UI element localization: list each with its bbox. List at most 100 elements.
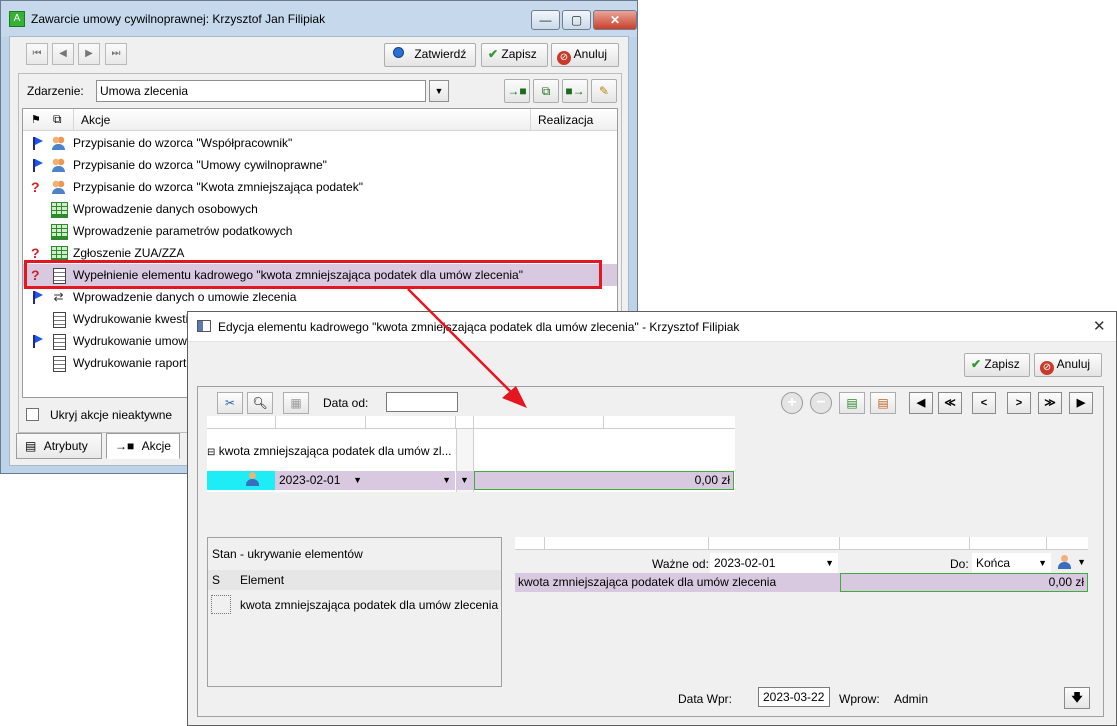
calendar-button[interactable]: ▦	[283, 392, 309, 414]
tree-row-active-cell[interactable]	[207, 471, 275, 490]
action-row[interactable]: Wprowadzenie parametrów podatkowych	[23, 220, 617, 242]
event-dropdown-button[interactable]: ▼	[429, 80, 449, 102]
tools-button[interactable]: ✂	[217, 392, 243, 414]
tree-row-mini-select[interactable]: ▼	[456, 471, 474, 490]
cancel-icon: ⊘	[557, 51, 571, 65]
detail-row-amount[interactable]: 0,00 zł	[840, 573, 1088, 592]
expand-down-button[interactable]: 🡇	[1064, 687, 1090, 709]
detail-row-name[interactable]: kwota zmniejszająca podatek dla umów zle…	[515, 573, 840, 592]
cancel-button[interactable]: ⊘ Anuluj	[551, 43, 619, 67]
forward-button[interactable]: >	[1007, 392, 1031, 414]
add-record-button[interactable]: ▤	[839, 392, 865, 414]
flag-icon	[31, 290, 45, 304]
close-button[interactable]: ✕	[593, 10, 637, 30]
add-circle-button[interactable]: +	[781, 392, 803, 414]
first-button[interactable]: ◀	[909, 392, 933, 414]
remove-circle-button[interactable]: −	[810, 392, 832, 414]
first-record-button[interactable]: ⏮	[26, 43, 48, 65]
action-row[interactable]: ⇄ Wprowadzenie danych o umowie zlecenia	[23, 286, 617, 308]
dialog-save-button[interactable]: ✔ Zapisz	[964, 353, 1030, 377]
date-from-input[interactable]	[386, 392, 458, 412]
copy-action-button[interactable]: ⧉	[533, 79, 559, 103]
to-select[interactable]: Końca ▼	[972, 553, 1051, 573]
action-row[interactable]: Wprowadzenie danych osobowych	[23, 198, 617, 220]
action-label: Przypisanie do wzorca "Kwota zmniejszają…	[73, 180, 363, 194]
last-button[interactable]: ▶	[1069, 392, 1093, 414]
to-dropdown-icon[interactable]: ▼	[1038, 553, 1047, 573]
execution-column-header[interactable]: Realizacja	[538, 113, 593, 127]
state-s-column-header[interactable]: S	[212, 573, 220, 587]
search-button[interactable]: 🔍︎	[247, 392, 273, 414]
flag-icon	[31, 158, 45, 172]
action-label: Wprowadzenie parametrów podatkowych	[73, 224, 293, 238]
collapse-icon[interactable]: ⊟	[207, 447, 215, 458]
tree-row-select[interactable]: ▼	[365, 471, 455, 490]
tree-mini-dropdown-icon[interactable]: ▼	[460, 475, 469, 485]
state-row-checkbox[interactable]	[211, 595, 231, 614]
people-icon	[51, 158, 66, 172]
confirm-button[interactable]: Zatwierdź	[384, 43, 476, 67]
dialog-window-icon	[197, 320, 211, 332]
doc-icon	[53, 312, 66, 328]
next-record-button[interactable]: ▶	[78, 43, 100, 65]
state-element-column-header[interactable]: Element	[240, 573, 284, 587]
valid-from-select[interactable]: 2023-02-01 ▼	[710, 553, 838, 573]
tree-grid-header	[207, 416, 735, 429]
tab-actions[interactable]: →■ Akcje	[106, 433, 180, 459]
tree-row-amount[interactable]: 0,00 zł	[474, 471, 734, 490]
valid-from-value: 2023-02-01	[714, 556, 776, 570]
tree-grid: ⊟ kwota zmniejszająca podatek dla umów z…	[207, 416, 735, 492]
valid-from-dropdown-icon[interactable]: ▼	[825, 553, 834, 573]
prev-record-button[interactable]: ◀	[52, 43, 74, 65]
actions-list-header: ⚑ ⧉ Akcje Realizacja	[23, 109, 617, 131]
user-dropdown-icon[interactable]: ▼	[1077, 557, 1086, 567]
main-titlebar: A Zawarcie umowy cywilnoprawnej: Krzyszt…	[1, 1, 637, 37]
actions-tab-icon: →■	[115, 439, 135, 453]
cancel-label: Anuluj	[573, 47, 608, 61]
fast-back-button[interactable]: ≪	[938, 392, 962, 414]
flag-icon	[31, 136, 45, 150]
actions-column-header[interactable]: Akcje	[81, 113, 110, 127]
add-action-button[interactable]: →■	[504, 79, 530, 103]
entry-date-field: 2023-03-22	[758, 687, 830, 707]
action-label: Przypisanie do wzorca "Umowy cywilnopraw…	[73, 158, 327, 172]
question-icon: ?	[31, 179, 40, 195]
tree-select-dropdown-icon[interactable]: ▼	[442, 475, 451, 485]
save-button[interactable]: ✔ Zapisz	[481, 43, 548, 67]
user-icon	[1057, 555, 1072, 570]
last-record-button[interactable]: ⏭	[105, 43, 127, 65]
to-label: Do:	[950, 557, 969, 571]
action-row[interactable]: Przypisanie do wzorca "Współpracownik"	[23, 132, 617, 154]
action-row[interactable]: ? Przypisanie do wzorca "Kwota zmniejszaj…	[23, 176, 617, 198]
to-value: Końca	[976, 556, 1011, 570]
action-label: Wprowadzenie danych o umowie zlecenia	[73, 290, 297, 304]
state-panel-title: Stan - ukrywanie elementów	[212, 547, 363, 561]
main-window-title: Zawarcie umowy cywilnoprawnej: Krzysztof…	[31, 12, 326, 26]
action-row[interactable]: Przypisanie do wzorca "Umowy cywilnopraw…	[23, 154, 617, 176]
tab-attributes-label: Atrybuty	[43, 439, 88, 453]
action-label: Wprowadzenie danych osobowych	[73, 202, 258, 216]
event-select[interactable]: Umowa zlecenia	[96, 80, 426, 102]
dialog-cancel-icon: ⊘	[1040, 361, 1054, 375]
doc-icon	[53, 334, 66, 350]
delete-record-button[interactable]: ▤	[870, 392, 896, 414]
minimize-button[interactable]: —	[531, 10, 560, 30]
move-action-button[interactable]: ■→	[562, 79, 588, 103]
tab-attributes[interactable]: ▤ Atrybuty	[16, 433, 102, 459]
fast-forward-button[interactable]: ≫	[1038, 392, 1062, 414]
maximize-button[interactable]: ▢	[562, 10, 591, 30]
tree-group-row[interactable]: ⊟ kwota zmniejszająca podatek dla umów z…	[207, 444, 452, 458]
event-label: Zdarzenie:	[27, 84, 84, 98]
dialog-close-icon[interactable]: ✕	[1093, 317, 1106, 335]
dialog-cancel-button[interactable]: ⊘ Anuluj	[1034, 353, 1102, 377]
back-button[interactable]: <	[972, 392, 996, 414]
user-select[interactable]: ▼	[1053, 553, 1089, 573]
tree-date-dropdown-icon[interactable]: ▼	[353, 471, 362, 490]
valid-from-label: Ważne od:	[652, 557, 709, 571]
hide-inactive-checkbox[interactable]	[26, 408, 39, 421]
confirm-icon	[393, 47, 404, 58]
state-panel: Stan - ukrywanie elementów S Element kwo…	[207, 537, 502, 687]
edit-pencil-button[interactable]: ✎	[591, 79, 617, 103]
tree-row-date[interactable]: 2023-02-01 ▼	[275, 471, 365, 490]
action-label: Wydrukowanie umowy	[73, 334, 193, 348]
